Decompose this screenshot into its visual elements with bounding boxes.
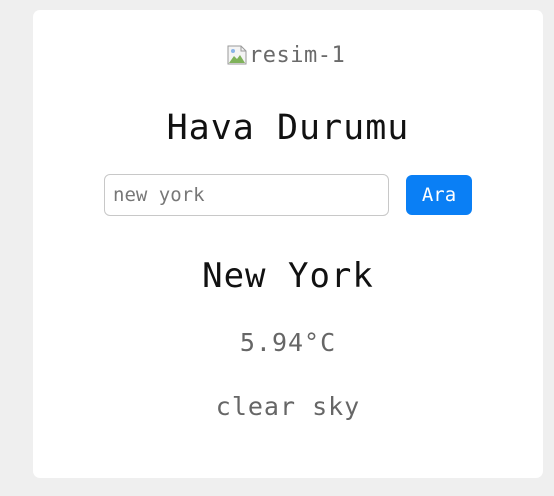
search-button[interactable]: Ara (406, 175, 472, 215)
city-name: New York (202, 256, 374, 296)
page-title: Hava Durumu (166, 108, 410, 148)
broken-image-icon (226, 44, 248, 66)
search-input[interactable] (104, 174, 389, 216)
header-image-alt-text: resim-1 (249, 42, 346, 68)
temperature: 5.94°C (239, 328, 337, 357)
header-image: resim-1 (226, 40, 345, 70)
weather-card: resim-1 Hava Durumu Ara New York 5.94°C … (33, 10, 543, 478)
search-bar: Ara (104, 174, 472, 216)
weather-description: clear sky (215, 392, 361, 421)
